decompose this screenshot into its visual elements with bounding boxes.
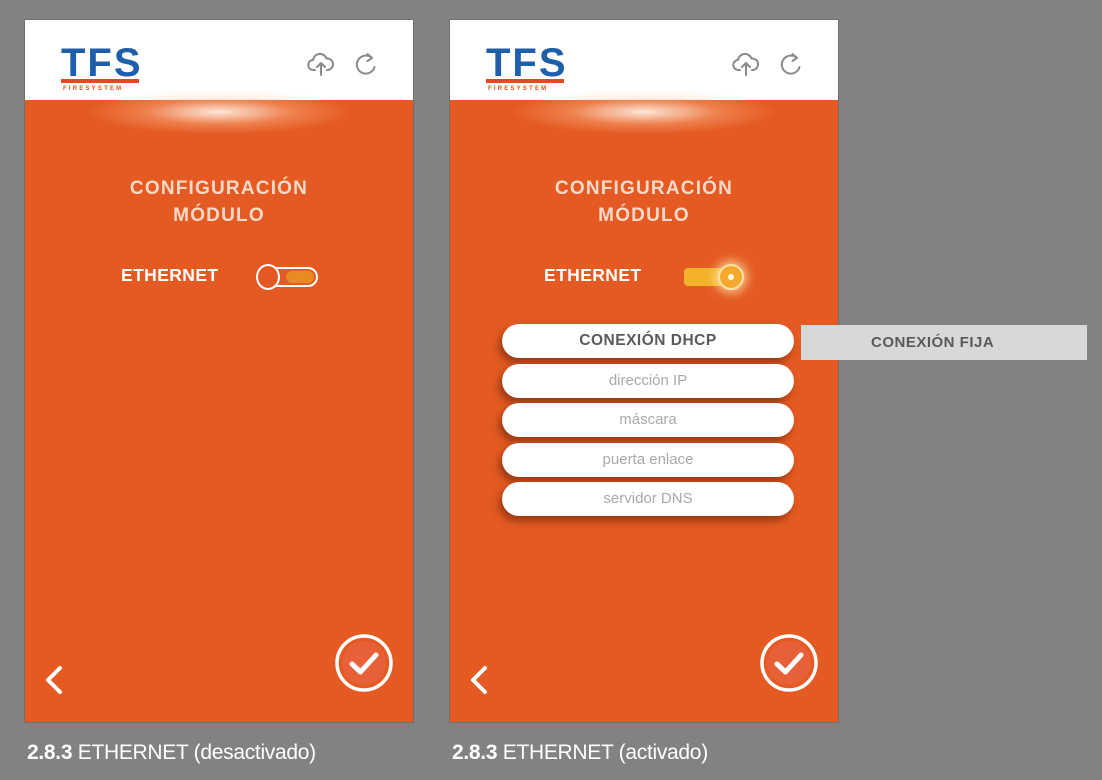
- page-title: CONFIGURACIÓN MÓDULO: [25, 175, 413, 229]
- tab-conexion-dhcp[interactable]: CONEXIÓN DHCP: [502, 324, 794, 358]
- caption-text: ETHERNET (activado): [497, 741, 708, 764]
- svg-text:FIRESYSTEM: FIRESYSTEM: [488, 86, 548, 92]
- caption-number: 2.8.3: [27, 741, 73, 764]
- ethernet-label: ETHERNET: [121, 265, 219, 285]
- screen-ethernet-off: TFS FIRESYSTEM CONFIGURACIÓN MÓDULO ETHE…: [25, 20, 413, 722]
- chevron-left-icon: [471, 666, 487, 694]
- title-line-1: CONFIGURACIÓN: [554, 178, 734, 199]
- app-header: TFS FIRESYSTEM: [25, 20, 413, 100]
- chevron-left-icon: [46, 666, 62, 694]
- tfs-logo: TFS FIRESYSTEM: [484, 40, 594, 92]
- toggle-knob: [256, 264, 280, 290]
- tab-conexion-fija[interactable]: CONEXIÓN FIJA: [801, 325, 1087, 360]
- title-line-1: CONFIGURACIÓN: [129, 178, 309, 199]
- page-title: CONFIGURACIÓN MÓDULO: [450, 175, 838, 229]
- tfs-logo: TFS FIRESYSTEM: [59, 40, 169, 92]
- svg-text:FIRESYSTEM: FIRESYSTEM: [63, 86, 123, 92]
- caption-ethernet-on: 2.8.3 ETHERNET (activado): [452, 741, 708, 765]
- back-button[interactable]: [466, 660, 492, 700]
- back-button[interactable]: [41, 660, 67, 700]
- screen-ethernet-on: TFS FIRESYSTEM CONFIGURACIÓN MÓDULO ETHE…: [450, 20, 838, 722]
- title-line-2: MÓDULO: [598, 205, 690, 226]
- cloud-upload-icon[interactable]: [732, 50, 760, 78]
- confirm-button[interactable]: [758, 632, 820, 694]
- check-circle-icon: [335, 634, 393, 692]
- confirm-button[interactable]: [333, 632, 395, 694]
- ethernet-row: ETHERNET: [450, 261, 838, 291]
- ethernet-label: ETHERNET: [544, 265, 642, 285]
- caption-number: 2.8.3: [452, 741, 498, 764]
- gateway-field[interactable]: puerta enlace: [502, 443, 794, 477]
- caption-text: ETHERNET (desactivado): [72, 741, 316, 764]
- toggle-knob: [718, 264, 744, 290]
- dns-server-field[interactable]: servidor DNS: [502, 482, 794, 516]
- cloud-upload-icon[interactable]: [307, 50, 335, 78]
- title-line-2: MÓDULO: [173, 205, 265, 226]
- app-header: TFS FIRESYSTEM: [450, 20, 838, 100]
- refresh-icon[interactable]: [778, 50, 806, 78]
- caption-ethernet-off: 2.8.3 ETHERNET (desactivado): [27, 741, 316, 765]
- refresh-icon[interactable]: [353, 50, 381, 78]
- ip-address-field[interactable]: dirección IP: [502, 364, 794, 398]
- svg-text:TFS: TFS: [486, 41, 568, 85]
- svg-text:TFS: TFS: [61, 41, 143, 85]
- ethernet-row: ETHERNET: [25, 261, 413, 291]
- check-circle-icon: [760, 634, 818, 692]
- subnet-mask-field[interactable]: máscara: [502, 403, 794, 437]
- ethernet-toggle-on[interactable]: [684, 264, 746, 290]
- ethernet-toggle-off[interactable]: [256, 264, 318, 290]
